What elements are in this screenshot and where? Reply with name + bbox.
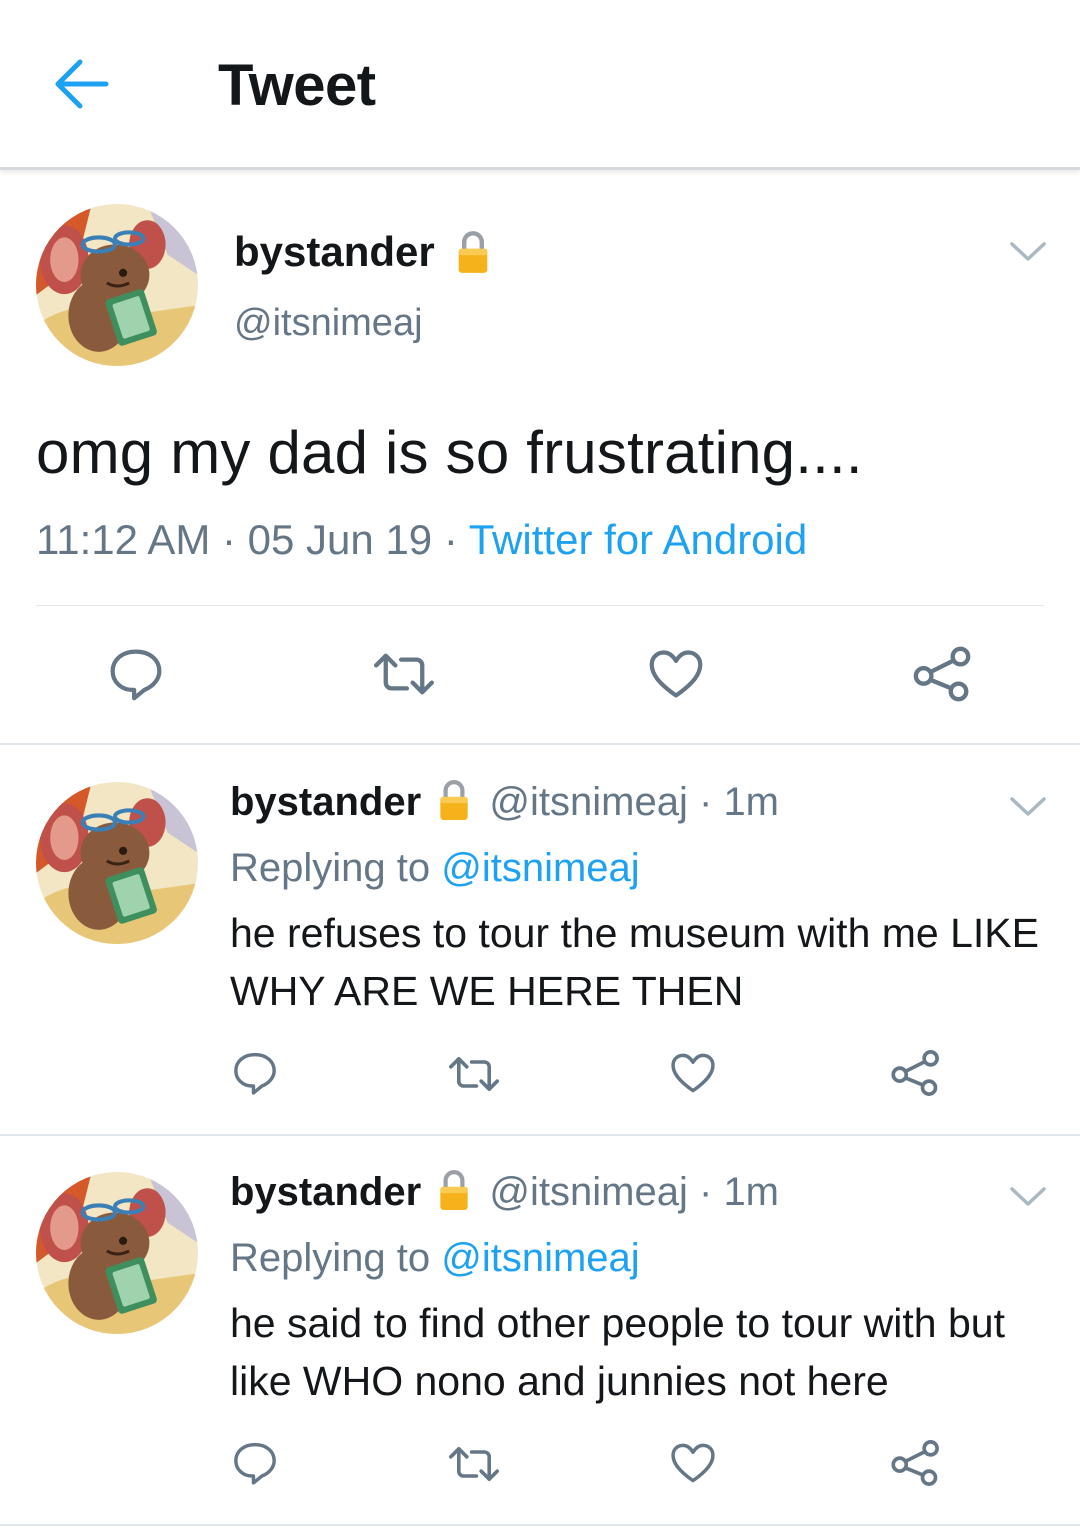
author-handle[interactable]: @itsnimeaj <box>489 1170 687 1214</box>
lock-icon <box>438 1169 470 1211</box>
avatar[interactable] <box>36 782 198 944</box>
author-name[interactable]: bystander <box>234 228 435 275</box>
retweet-icon[interactable] <box>370 650 438 698</box>
avatar[interactable] <box>36 1172 198 1334</box>
meta-separator: · <box>210 516 248 563</box>
avatar[interactable] <box>36 204 198 366</box>
divider <box>0 1134 1080 1136</box>
divider <box>36 605 1044 606</box>
share-icon[interactable] <box>890 1050 942 1096</box>
reply-header: bystander @itsnimeaj · 1m <box>230 1170 779 1215</box>
back-button[interactable] <box>52 56 112 112</box>
tweet-text: he said to find other people to tour wit… <box>230 1300 1005 1404</box>
mention-link[interactable]: @itsnimeaj <box>441 1236 639 1280</box>
tweet-text: omg my dad is so frustrating.... <box>36 419 863 486</box>
top-app-bar: Tweet <box>0 0 1080 170</box>
replying-to: Replying to @itsnimeaj <box>230 846 640 891</box>
author-handle[interactable]: @itsnimeaj <box>489 780 687 824</box>
reply-header: bystander @itsnimeaj · 1m <box>230 780 779 825</box>
divider <box>0 1524 1080 1526</box>
author-name[interactable]: bystander <box>230 1170 421 1214</box>
replying-label: Replying to <box>230 846 431 890</box>
tweet-text: he refuses to tour the museum with me LI… <box>230 910 1039 1014</box>
dot-separator: · <box>698 1170 713 1214</box>
meta-separator: · <box>432 516 469 563</box>
like-icon[interactable] <box>670 1442 716 1484</box>
dot-separator: · <box>698 780 713 824</box>
chevron-down-icon[interactable] <box>1008 240 1048 264</box>
reply-icon[interactable] <box>108 646 164 702</box>
chevron-down-icon[interactable] <box>1008 1185 1048 1209</box>
tweet-source-link[interactable]: Twitter for Android <box>469 516 807 563</box>
like-icon[interactable] <box>670 1052 716 1094</box>
author-name[interactable]: bystander <box>230 780 421 824</box>
back-arrow-icon[interactable] <box>52 56 112 112</box>
replying-label: Replying to <box>230 1236 431 1280</box>
tweet-date: 05 Jun 19 <box>247 516 433 563</box>
retweet-icon[interactable] <box>446 1444 502 1484</box>
like-icon[interactable] <box>648 648 704 700</box>
share-icon[interactable] <box>890 1440 942 1486</box>
replying-to: Replying to @itsnimeaj <box>230 1236 640 1281</box>
lock-icon <box>438 779 470 821</box>
lock-icon <box>456 230 490 274</box>
chevron-down-icon[interactable] <box>1008 795 1048 819</box>
reply-icon[interactable] <box>232 1050 278 1096</box>
tweet-age: 1m <box>723 780 780 824</box>
tweet-time: 11:12 AM <box>36 516 211 563</box>
divider <box>0 743 1080 745</box>
tweet-age: 1m <box>723 1170 780 1214</box>
tweet-meta: 11:12 AM · 05 Jun 19 · Twitter for Andro… <box>36 516 807 564</box>
author-handle[interactable]: @itsnimeaj <box>234 302 423 345</box>
retweet-icon[interactable] <box>446 1054 502 1094</box>
reply-icon[interactable] <box>232 1440 278 1486</box>
mention-link[interactable]: @itsnimeaj <box>441 846 639 890</box>
page-title: Tweet <box>218 53 376 118</box>
author-name-row: bystander <box>234 228 490 276</box>
share-icon[interactable] <box>912 646 974 702</box>
